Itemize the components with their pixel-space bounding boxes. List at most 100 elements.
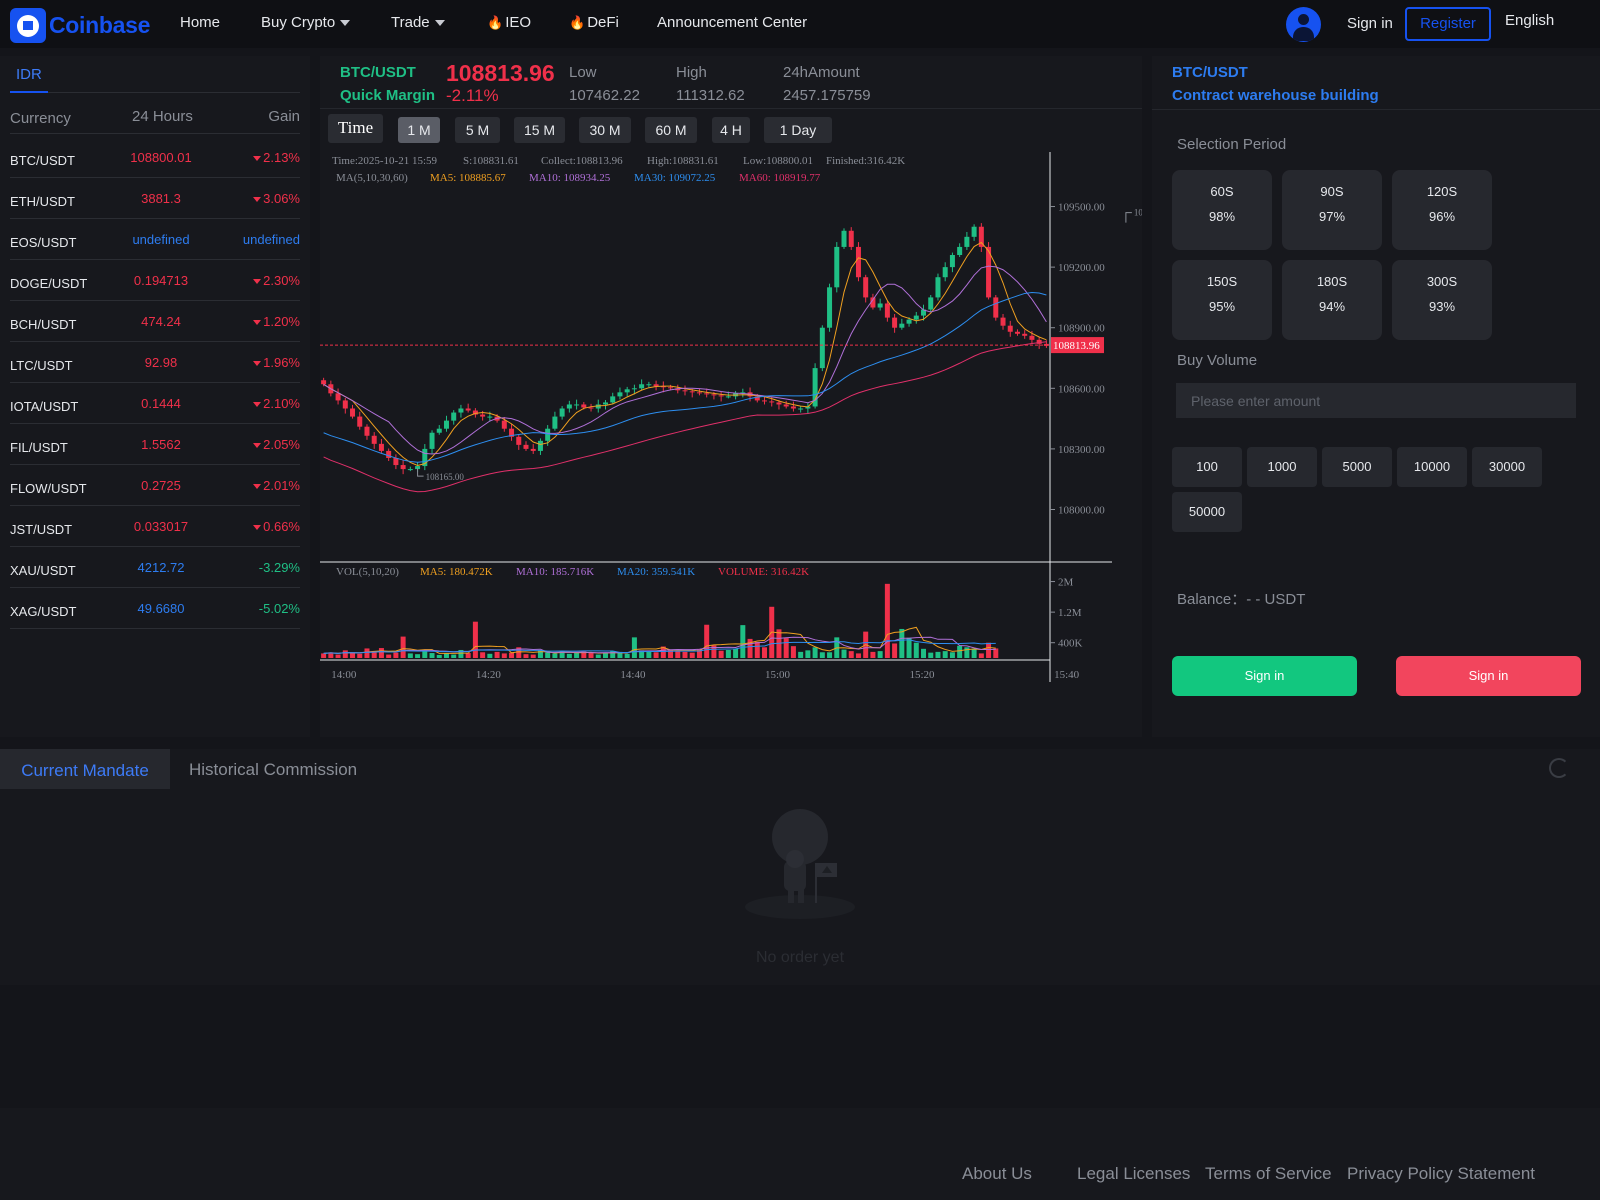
period-time: 90S [1320, 184, 1344, 199]
volume-bar [913, 642, 919, 658]
candle [783, 404, 789, 407]
buy-down-button[interactable]: Sign in [1396, 656, 1581, 696]
market-row[interactable]: FLOW/USDT 0.2725 2.01% [10, 465, 300, 506]
market-row[interactable]: JST/USDT 0.033017 0.66% [10, 506, 300, 547]
time-chart-button[interactable]: Time [328, 114, 383, 143]
period-1m[interactable]: 1 M [398, 117, 440, 143]
volume-bar [407, 653, 413, 658]
refresh-icon[interactable] [1549, 758, 1569, 778]
sign-in-link[interactable]: Sign in [1347, 15, 1393, 32]
footer-terms-of-service[interactable]: Terms of Service [1205, 1164, 1332, 1184]
market-row[interactable]: ETH/USDT 3881.3 3.06% [10, 178, 300, 219]
period-1day[interactable]: 1 Day [764, 117, 832, 143]
nav-buy-crypto[interactable]: Buy Crypto [261, 14, 351, 31]
candle [848, 230, 854, 247]
ticker-quick-margin[interactable]: Quick Margin [340, 87, 435, 104]
info-time: Time:2025-10-21 15:59 [332, 155, 438, 167]
volume-bar [689, 652, 695, 658]
period-card[interactable]: 180S 94% [1282, 260, 1382, 340]
market-row[interactable]: IOTA/USDT 0.1444 2.10% [10, 383, 300, 424]
amount-preset-button[interactable]: 1000 [1247, 447, 1317, 487]
period-60m[interactable]: 60 M [645, 117, 697, 143]
ma60-line [323, 341, 1047, 493]
volume-bar [400, 636, 406, 658]
candle [993, 297, 999, 318]
amount-preset-button[interactable]: 5000 [1322, 447, 1392, 487]
candlestick-chart[interactable]: Time:2025-10-21 15:59 S:108831.61 Collec… [320, 152, 1142, 737]
volume-bar [935, 651, 941, 658]
arrow-down-icon [253, 402, 262, 408]
volume-bar [682, 651, 688, 658]
volume-bar [783, 638, 789, 658]
market-gain: 2.05% [253, 437, 300, 452]
candle [400, 465, 406, 470]
nav-home[interactable]: Home [180, 14, 220, 31]
period-5m[interactable]: 5 M [455, 117, 500, 143]
period-30m[interactable]: 30 M [579, 117, 631, 143]
register-button[interactable]: Register [1405, 7, 1491, 41]
nav-announcement-center[interactable]: Announcement Center [657, 14, 807, 31]
market-price: 0.033017 [133, 519, 189, 534]
nav-trade[interactable]: Trade [391, 14, 445, 31]
candle [631, 388, 637, 390]
market-row[interactable]: FIL/USDT 1.5562 2.05% [10, 424, 300, 465]
nav-defi[interactable]: 🔥 DeFi [569, 14, 619, 31]
tab-idr[interactable]: IDR [10, 62, 48, 93]
footer-privacy-policy[interactable]: Privacy Policy Statement [1347, 1164, 1535, 1184]
period-15m[interactable]: 15 M [514, 117, 565, 143]
volume-bar [357, 653, 363, 658]
amount-preset-button[interactable]: 10000 [1397, 447, 1467, 487]
volume-bar [957, 645, 963, 658]
language-selector[interactable]: English [1505, 12, 1554, 29]
candle [949, 255, 955, 268]
x-tick-label: 14:20 [476, 669, 502, 681]
volume-bar [819, 652, 825, 658]
candle [588, 407, 594, 409]
tab-historical-commission[interactable]: Historical Commission [189, 749, 357, 789]
header-gain: Gain [268, 108, 300, 125]
market-row[interactable]: LTC/USDT 92.98 1.96% [10, 342, 300, 383]
period-4h[interactable]: 4 H [712, 117, 750, 143]
market-gain: 0.66% [253, 519, 300, 534]
volume-bar [624, 653, 630, 658]
user-avatar-icon[interactable] [1286, 7, 1321, 42]
ticker-high-label: High [676, 64, 707, 81]
candle [443, 420, 449, 429]
empty-state-text: No order yet [755, 949, 845, 966]
candle [458, 408, 464, 413]
volume-bar [704, 624, 710, 658]
footer-about-us[interactable]: About Us [962, 1164, 1032, 1184]
period-card[interactable]: 90S 97% [1282, 170, 1382, 250]
period-card[interactable]: 60S 98% [1172, 170, 1272, 250]
brand-logo[interactable]: Coinbase [10, 8, 150, 43]
period-card[interactable]: 300S 93% [1392, 260, 1492, 340]
market-row[interactable]: DOGE/USDT 0.194713 2.30% [10, 260, 300, 301]
amount-preset-button[interactable]: 50000 [1172, 492, 1242, 532]
ma10-value: MA10: 108934.25 [529, 172, 611, 184]
candle [668, 387, 674, 389]
volume-bar [949, 652, 955, 658]
footer-legal-licenses[interactable]: Legal Licenses [1077, 1164, 1190, 1184]
market-row[interactable]: XAG/USDT 49.6680 -5.02% [10, 588, 300, 629]
period-card[interactable]: 120S 96% [1392, 170, 1492, 250]
volume-bar [754, 641, 760, 658]
amount-preset-button[interactable]: 30000 [1472, 447, 1542, 487]
market-row[interactable]: BTC/USDT 108800.01 2.13% [10, 137, 300, 178]
volume-bar [805, 650, 811, 658]
market-row[interactable]: XAU/USDT 4212.72 -3.29% [10, 547, 300, 588]
candle [863, 277, 869, 298]
footer [0, 1108, 1600, 1200]
amount-input[interactable] [1176, 383, 1576, 418]
tab-current-mandate[interactable]: Current Mandate [0, 749, 170, 789]
market-price: 0.2725 [141, 478, 181, 493]
nav-ieo[interactable]: 🔥 IEO [487, 14, 531, 31]
candle [1029, 335, 1035, 340]
period-card[interactable]: 150S 95% [1172, 260, 1272, 340]
candle [841, 230, 847, 247]
market-row[interactable]: BCH/USDT 474.24 1.20% [10, 301, 300, 342]
volume-bar [393, 652, 399, 658]
buy-up-button[interactable]: Sign in [1172, 656, 1357, 696]
market-row[interactable]: EOS/USDT undefined undefined [10, 219, 300, 260]
amount-preset-button[interactable]: 100 [1172, 447, 1242, 487]
arrow-down-icon [253, 156, 262, 162]
